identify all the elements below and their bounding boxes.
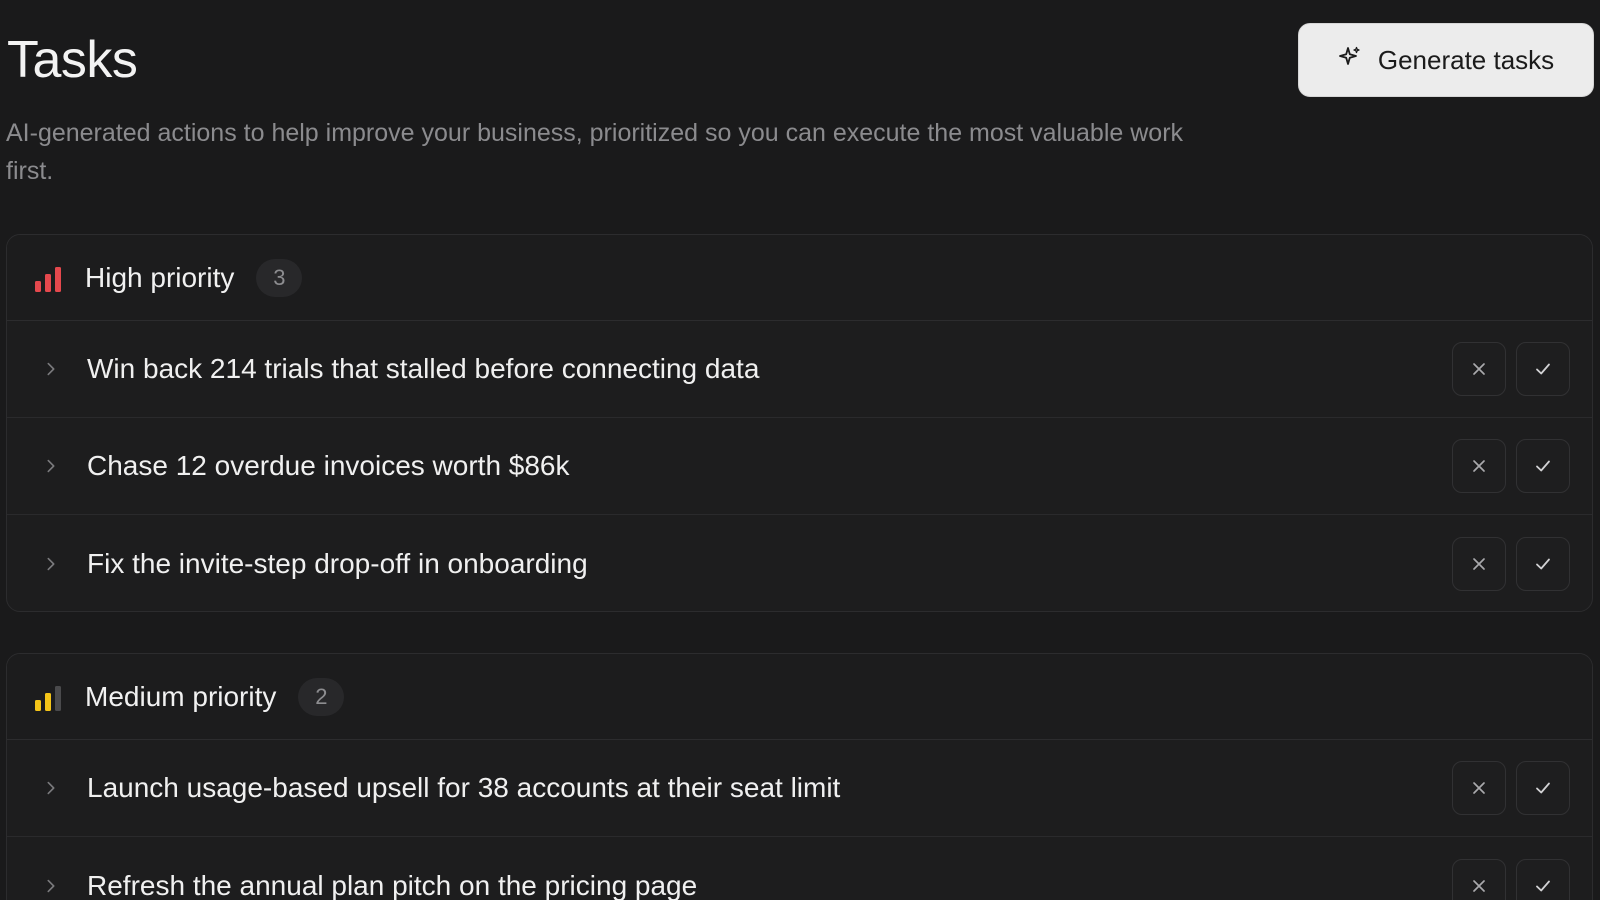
task-title: Chase 12 overdue invoices worth $86k — [87, 450, 570, 481]
accept-task-button[interactable] — [1516, 858, 1570, 900]
task-actions — [1452, 761, 1570, 815]
medium-priority-group: Medium priority 2 Launch usage-based ups… — [6, 653, 1593, 900]
check-icon — [1536, 460, 1550, 472]
close-icon — [1473, 782, 1485, 794]
chevron-right-icon[interactable] — [41, 359, 61, 379]
close-icon — [1473, 363, 1485, 375]
signal-bars-medium-icon — [35, 683, 67, 711]
task-title: Refresh the annual plan pitch on the pri… — [87, 869, 698, 900]
generate-tasks-label: Generate tasks — [1377, 44, 1555, 75]
page-title: Tasks — [7, 31, 138, 89]
task-actions — [1452, 858, 1570, 900]
group-header: Medium priority 2 — [7, 654, 1592, 740]
group-title: High priority — [85, 261, 235, 293]
close-icon — [1473, 879, 1485, 892]
check-icon — [1536, 363, 1550, 375]
check-icon — [1536, 880, 1550, 891]
tasks-page: Tasks AI-generated actions to help impro… — [0, 0, 1600, 900]
accept-task-button[interactable] — [1516, 342, 1570, 396]
page-description: AI-generated actions to help improve you… — [6, 119, 1184, 185]
dismiss-task-button[interactable] — [1452, 536, 1506, 591]
task-row[interactable]: Chase 12 overdue invoices worth $86k — [7, 418, 1592, 515]
chevron-right-icon[interactable] — [41, 456, 61, 476]
sparkle-icon — [1338, 45, 1362, 76]
high-priority-group: High priority 3 Win back 214 trials that… — [6, 234, 1593, 612]
check-icon — [1536, 782, 1550, 794]
generate-tasks-button[interactable]: Generate tasks — [1298, 23, 1594, 97]
task-row[interactable]: Fix the invite-step drop-off in onboardi… — [7, 515, 1592, 611]
task-row[interactable]: Launch usage-based upsell for 38 account… — [7, 740, 1592, 837]
task-row[interactable]: Win back 214 trials that stalled before … — [7, 321, 1592, 418]
check-icon — [1536, 558, 1550, 569]
accept-task-button[interactable] — [1516, 536, 1570, 591]
dismiss-task-button[interactable] — [1452, 439, 1506, 493]
task-actions — [1452, 536, 1570, 591]
chevron-right-icon[interactable] — [41, 554, 61, 574]
signal-bars-high-icon — [35, 264, 67, 292]
task-title: Launch usage-based upsell for 38 account… — [87, 772, 841, 803]
dismiss-task-button[interactable] — [1452, 342, 1506, 396]
group-count-badge: 3 — [256, 258, 303, 297]
chevron-right-icon[interactable] — [41, 876, 61, 896]
accept-task-button[interactable] — [1516, 761, 1570, 815]
chevron-right-icon[interactable] — [41, 778, 61, 798]
group-title: Medium priority — [85, 680, 277, 712]
dismiss-task-button[interactable] — [1452, 858, 1506, 900]
group-count-badge: 2 — [298, 677, 345, 716]
group-header: High priority 3 — [7, 235, 1592, 321]
close-icon — [1473, 460, 1485, 472]
dismiss-task-button[interactable] — [1452, 761, 1506, 815]
task-title: Win back 214 trials that stalled before … — [87, 353, 760, 384]
task-actions — [1452, 342, 1570, 396]
task-title: Fix the invite-step drop-off in onboardi… — [87, 547, 588, 579]
close-icon — [1473, 557, 1485, 570]
task-actions — [1452, 439, 1570, 493]
task-row[interactable]: Refresh the annual plan pitch on the pri… — [7, 837, 1592, 900]
accept-task-button[interactable] — [1516, 439, 1570, 493]
